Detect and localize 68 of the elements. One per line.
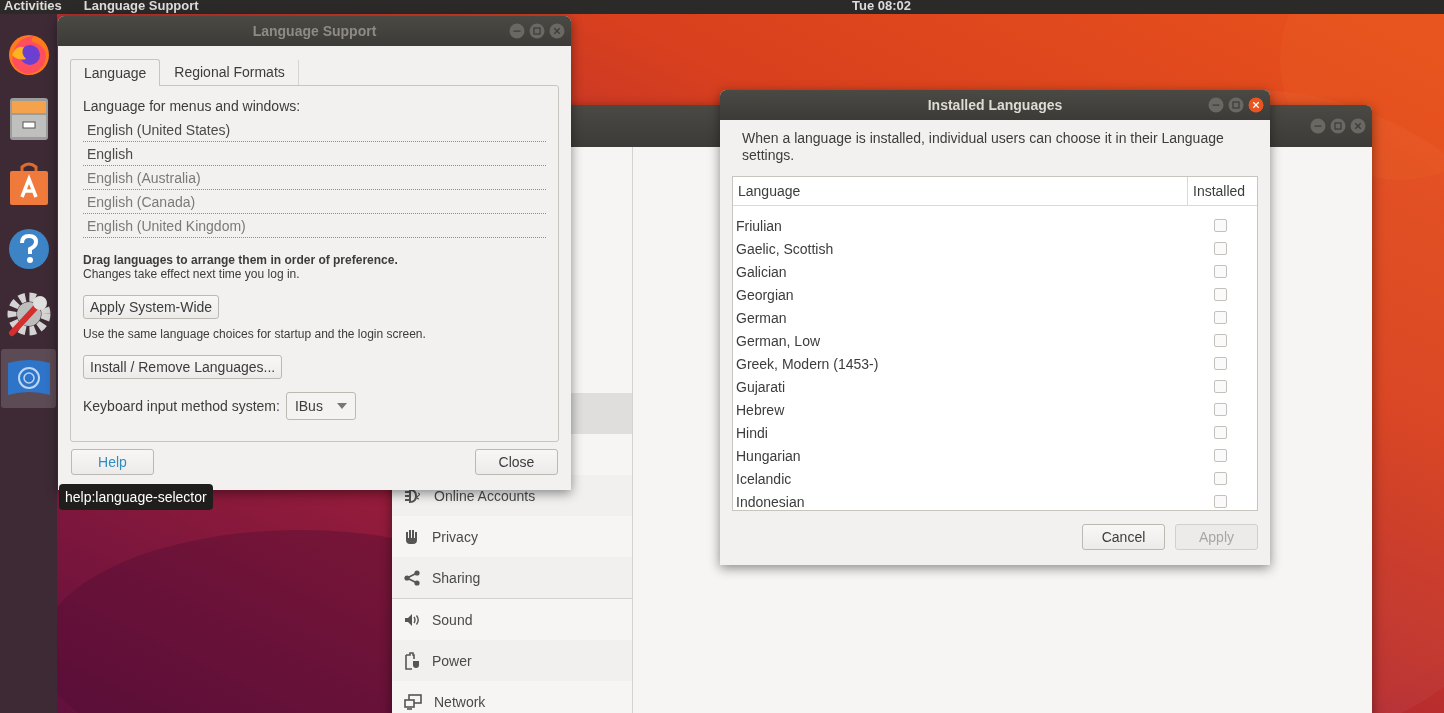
language-item[interactable]: English: [83, 142, 546, 166]
section-heading: Language for menus and windows:: [83, 98, 302, 114]
computers-icon: [404, 693, 422, 710]
hand-icon: [404, 528, 420, 545]
window-title: Installed Languages: [927, 97, 1063, 113]
checkbox[interactable]: [1214, 219, 1227, 232]
checkbox[interactable]: [1214, 449, 1227, 462]
language-name: Greek, Modern (1453-): [735, 355, 880, 372]
language-name: Indonesian: [735, 493, 806, 510]
sidebar-item[interactable]: Power: [392, 640, 632, 681]
description: When a language is installed, individual users can choose it in their Language settings.: [741, 130, 1225, 164]
checkbox[interactable]: [1214, 311, 1227, 324]
share-icon: [404, 569, 420, 586]
help-icon[interactable]: [7, 227, 50, 270]
app-menu[interactable]: Language Support: [83, 0, 199, 12]
language-item[interactable]: English (United States): [83, 118, 546, 142]
checkbox[interactable]: [1214, 380, 1227, 393]
cancel-button[interactable]: Cancel: [1082, 524, 1165, 550]
activities-button[interactable]: Activities: [4, 0, 62, 12]
battery-plug-icon: [404, 651, 420, 670]
plug-icon: [404, 487, 422, 504]
checkbox[interactable]: [1214, 426, 1227, 439]
clock[interactable]: Tue 08:02: [852, 0, 911, 12]
sidebar-item[interactable]: Privacy: [392, 516, 632, 557]
window-title: Language Support: [252, 23, 377, 39]
tab[interactable]: Language: [70, 59, 161, 86]
checkbox[interactable]: [1214, 334, 1227, 347]
input-method-dropdown[interactable]: IBus: [285, 392, 356, 420]
tooltip: help:language-selector: [59, 484, 213, 510]
sidebar-item[interactable]: Network: [392, 681, 632, 713]
keyboard-label: Keyboard input method system:: [83, 398, 280, 414]
minimize-icon[interactable]: [1208, 97, 1224, 113]
language-name: Hindi: [735, 424, 769, 441]
column-header[interactable]: Language: [733, 177, 1188, 205]
language-name: German, Low: [735, 332, 822, 349]
changes-note: Changes take effect next time you log in.: [83, 267, 301, 281]
apply-note: Use the same language choices for startup and the login screen.: [83, 327, 427, 341]
language-name: Hungarian: [735, 447, 802, 464]
apply-system-wide-button[interactable]: Apply System-Wide: [83, 295, 220, 319]
close-button[interactable]: Close: [475, 449, 558, 475]
drag-hint: Drag languages to arrange them in order of preference.: [83, 253, 399, 267]
checkbox[interactable]: [1214, 357, 1227, 370]
language-name: German: [735, 309, 788, 326]
dock-item[interactable]: [1, 349, 56, 408]
language-name: Galician: [735, 263, 788, 280]
sidebar-item[interactable]: Sharing: [392, 557, 632, 598]
minimize-icon[interactable]: [1310, 118, 1326, 134]
language-name: Gujarati: [735, 378, 787, 395]
install-remove-button[interactable]: Install / Remove Languages...: [83, 355, 283, 379]
checkbox[interactable]: [1214, 472, 1227, 485]
language-name: Friulian: [735, 217, 783, 234]
column-header[interactable]: Installed: [1188, 177, 1257, 205]
checkbox[interactable]: [1214, 495, 1227, 508]
language-name: Georgian: [735, 286, 795, 303]
maximize-icon[interactable]: [1330, 118, 1346, 134]
language-name: Gaelic, Scottish: [735, 240, 835, 257]
language-name: Hebrew: [735, 401, 786, 418]
minimize-icon[interactable]: [509, 23, 525, 39]
maximize-icon[interactable]: [529, 23, 545, 39]
tab[interactable]: Regional Formats: [160, 59, 299, 85]
close-icon[interactable]: [1248, 97, 1264, 113]
checkbox[interactable]: [1214, 403, 1227, 416]
checkbox[interactable]: [1214, 265, 1227, 278]
language-name: Icelandic: [735, 470, 793, 487]
checkbox[interactable]: [1214, 242, 1227, 255]
checkbox[interactable]: [1214, 288, 1227, 301]
caret-icon: [336, 403, 347, 409]
gear-wrench-icon[interactable]: [5, 290, 52, 337]
